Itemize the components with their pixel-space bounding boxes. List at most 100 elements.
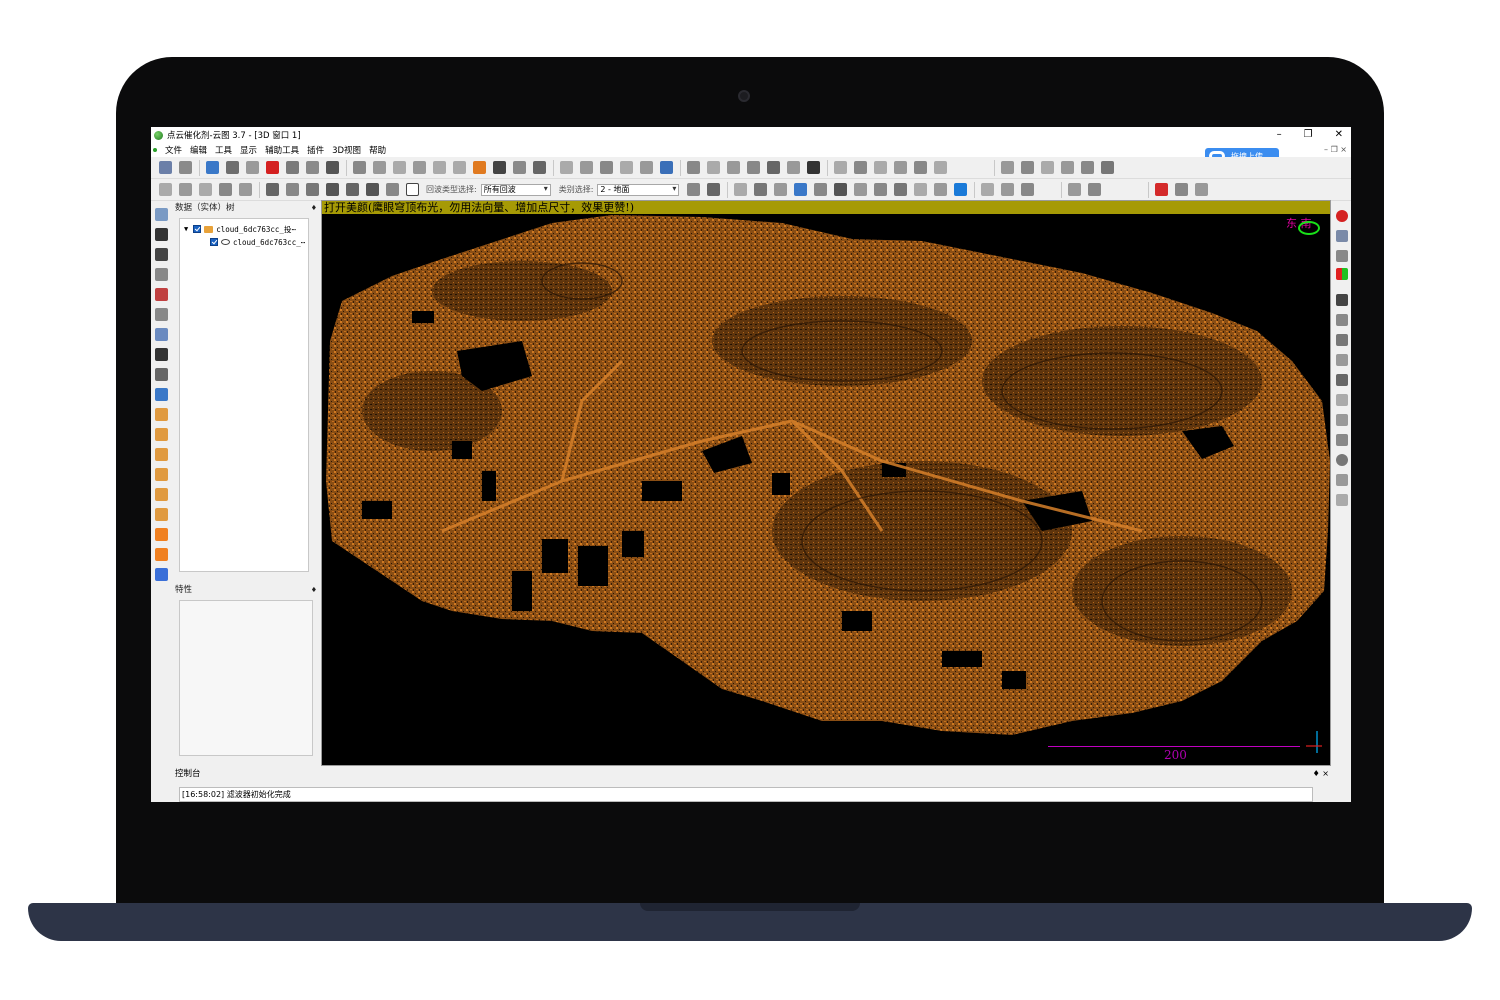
menu-3d-view[interactable]: 3D视图 [332, 144, 361, 156]
scale-icon[interactable] [433, 161, 446, 174]
merge-icon[interactable] [306, 161, 319, 174]
kd-tree-icon[interactable] [1001, 161, 1014, 174]
close-button[interactable]: ✕ [1335, 127, 1343, 143]
square-icon[interactable] [219, 183, 232, 196]
back-cube-icon[interactable] [155, 548, 168, 561]
menu-file[interactable]: 文件 [165, 144, 182, 156]
classify-icon[interactable] [687, 183, 701, 196]
console-controls[interactable]: ♦ × [1313, 768, 1329, 780]
save-icon[interactable] [179, 161, 192, 174]
headphones-icon[interactable] [1336, 494, 1348, 506]
filter-icon[interactable] [373, 161, 386, 174]
panel-pin-icon[interactable]: ♦ [311, 202, 317, 214]
windows-icon[interactable] [954, 183, 968, 196]
plant-icon[interactable] [914, 161, 927, 174]
color-icon[interactable] [473, 161, 486, 174]
octree-icon[interactable] [413, 161, 426, 174]
menu-plugins[interactable]: 插件 [307, 144, 324, 156]
tree-item[interactable]: ▼ cloud_6dc763cc_投⋯ [184, 223, 296, 235]
hsv-icon[interactable] [1068, 183, 1082, 196]
sor-filter-icon[interactable] [533, 161, 546, 174]
fm-icon[interactable] [1021, 161, 1034, 174]
profile-icon[interactable] [754, 183, 768, 196]
front-cube-icon[interactable] [155, 528, 168, 541]
pivot-icon[interactable] [155, 288, 168, 301]
wave-icon[interactable] [874, 161, 887, 174]
reclassify-icon[interactable] [707, 183, 721, 196]
slope-icon[interactable] [346, 183, 359, 196]
crop-icon[interactable] [286, 161, 299, 174]
view-left-icon[interactable] [155, 448, 168, 461]
export-icon[interactable] [1041, 161, 1054, 174]
menu-aux-tools[interactable]: 辅助工具 [265, 144, 299, 156]
layers-icon[interactable] [600, 161, 613, 174]
move-icon[interactable] [580, 161, 593, 174]
add-icon[interactable] [767, 161, 780, 174]
echo-type-select[interactable]: 所有回波 [480, 183, 551, 196]
histogram-icon[interactable] [687, 161, 700, 174]
view-bottom-icon[interactable] [155, 508, 168, 521]
film-icon[interactable] [1336, 294, 1348, 306]
grid-overlay-icon[interactable] [1336, 434, 1348, 446]
zoom-icon[interactable] [155, 368, 168, 381]
ruler-icon[interactable] [155, 248, 168, 261]
open-file-icon[interactable] [159, 161, 172, 174]
brush-icon[interactable] [874, 183, 888, 196]
expand-arrow-icon[interactable]: ▼ [184, 225, 188, 233]
panel-pin-icon[interactable]: ♦ [311, 584, 317, 596]
zoom-fit-icon[interactable] [155, 388, 168, 401]
bars-icon[interactable] [326, 183, 339, 196]
pan-icon[interactable] [155, 348, 168, 361]
flickr-dots-icon[interactable] [155, 568, 168, 581]
clone-icon[interactable] [640, 161, 653, 174]
subsample-icon[interactable] [353, 161, 366, 174]
view-top-icon[interactable] [155, 408, 168, 421]
tree-icon[interactable] [854, 183, 868, 196]
ring-icon[interactable] [1001, 183, 1015, 196]
box-icon[interactable] [239, 183, 252, 196]
section-icon[interactable] [774, 183, 788, 196]
edit-icon[interactable] [660, 161, 673, 174]
camera-icon[interactable] [155, 228, 168, 241]
script-icon[interactable] [1175, 183, 1189, 196]
rotate-icon[interactable] [814, 183, 828, 196]
points-icon[interactable] [834, 161, 847, 174]
maximize-button[interactable]: ❐ [1304, 127, 1313, 143]
menu-tools[interactable]: 工具 [215, 144, 232, 156]
remove-icon[interactable] [787, 161, 800, 174]
north-icon[interactable] [1336, 374, 1348, 386]
pick-point-icon[interactable] [266, 161, 279, 174]
table-icon[interactable] [747, 161, 760, 174]
segment-icon[interactable] [159, 183, 172, 196]
view-front-icon[interactable] [155, 428, 168, 441]
brush-tool-icon[interactable] [1336, 314, 1348, 326]
menu-display[interactable]: 显示 [240, 144, 257, 156]
distance-icon[interactable] [453, 161, 466, 174]
screenshot-icon[interactable] [155, 208, 168, 221]
block-icon[interactable] [266, 183, 279, 196]
layer-icon[interactable] [834, 183, 848, 196]
menu-edit[interactable]: 编辑 [190, 144, 207, 156]
perspective-icon[interactable] [155, 308, 168, 321]
refresh-icon[interactable] [934, 183, 948, 196]
checker-icon[interactable] [493, 161, 506, 174]
sf-color-icon[interactable] [807, 161, 820, 174]
translate-rotate-icon[interactable] [226, 161, 239, 174]
image-layer-icon[interactable] [1336, 250, 1348, 262]
triangle-icon[interactable] [894, 183, 908, 196]
stop-icon[interactable] [1336, 210, 1348, 222]
texture-icon[interactable] [1336, 230, 1348, 242]
pipe-icon[interactable] [981, 183, 995, 196]
arrow-icon[interactable] [366, 183, 379, 196]
line-icon[interactable] [914, 183, 928, 196]
tree-item-checkbox[interactable] [193, 225, 202, 233]
check-icon[interactable] [560, 161, 573, 174]
grid-view-icon[interactable] [734, 183, 748, 196]
sphere-icon[interactable] [1336, 454, 1348, 466]
frame-icon[interactable] [406, 183, 419, 196]
minimize-button[interactable]: – [1277, 127, 1282, 143]
beauty-mode-banner[interactable]: 打开美颜(鹰眼穹顶布光，勿用法向量、增加点尺寸，效果更赞!) [322, 201, 1330, 214]
chart-icon[interactable] [707, 161, 720, 174]
help-icon[interactable] [934, 161, 947, 174]
cube-icon[interactable] [155, 328, 168, 341]
